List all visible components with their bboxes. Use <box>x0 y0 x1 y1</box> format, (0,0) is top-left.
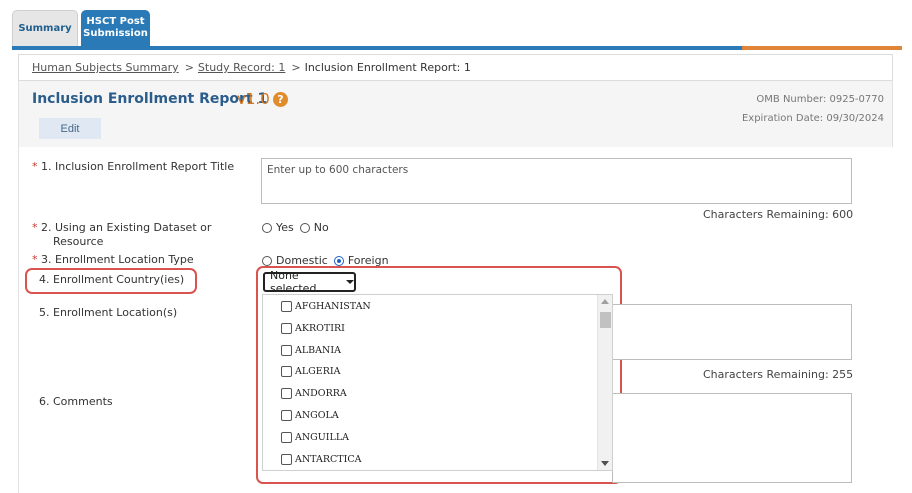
caret-down-icon <box>346 280 354 284</box>
breadcrumb-separator: > <box>291 61 301 74</box>
country-option[interactable]: ANGOLA <box>281 408 339 422</box>
breadcrumb-study-record[interactable]: Study Record: 1 <box>198 61 285 74</box>
country-option[interactable]: ANGUILLA <box>281 430 349 444</box>
q3-label: 3. Enrollment Location Type <box>41 253 194 266</box>
country-option-label: ALGERIA <box>295 365 341 377</box>
tab-hsct-label-line2: Submission <box>83 28 148 39</box>
country-checkbox[interactable] <box>281 365 292 377</box>
required-marker: * <box>32 221 38 234</box>
q1-chars-remaining: Characters Remaining: 600 <box>703 208 854 221</box>
version-label: v1.0 <box>237 90 270 108</box>
scroll-down-arrow-icon[interactable] <box>601 461 609 466</box>
country-option-label: AKROTIRI <box>295 322 345 334</box>
tab-summary[interactable]: Summary <box>12 10 78 46</box>
q4-label: 4. Enrollment Country(ies) <box>39 273 185 286</box>
radio-domestic[interactable] <box>262 255 272 266</box>
radio-yes-label: Yes <box>276 221 294 234</box>
dataset-radio-group: Yes No <box>262 221 335 234</box>
q2-label-line1: 2. Using an Existing Dataset or <box>41 221 212 234</box>
expiration-date: Expiration Date: 09/30/2024 <box>741 113 884 124</box>
radio-no[interactable] <box>299 222 310 233</box>
report-header: Inclusion Enrollment Report 1 v1.0 ? OMB… <box>18 81 893 147</box>
country-option-label: AFGHANISTAN <box>295 300 371 312</box>
breadcrumb-separator: > <box>184 61 194 74</box>
country-dropdown-list[interactable]: AFGHANISTAN AKROTIRI ALBANIA ALGERIA AND… <box>262 294 613 471</box>
radio-foreign[interactable] <box>333 255 344 266</box>
country-option[interactable]: ALBANIA <box>281 343 341 357</box>
country-checkbox[interactable] <box>281 431 292 443</box>
radio-no-label: No <box>313 221 329 234</box>
q2-label-line2: Resource <box>53 235 104 248</box>
report-title-placeholder: Enter up to 600 characters <box>267 164 409 176</box>
breadcrumb-human-subjects-summary[interactable]: Human Subjects Summary <box>32 61 179 74</box>
omb-info: OMB Number: 0925-0770 Expiration Date: 0… <box>742 90 884 128</box>
scroll-up-arrow-icon[interactable] <box>601 299 609 304</box>
q1-label-row: * 1. Inclusion Enrollment Report Title <box>32 160 234 174</box>
comments-input[interactable] <box>612 393 852 483</box>
q3-label-row: * 3. Enrollment Location Type <box>32 253 194 267</box>
q2-label-row: * 2. Using an Existing Dataset or Resour… <box>32 221 211 249</box>
page-title: Inclusion Enrollment Report 1 <box>32 91 268 107</box>
report-title-input[interactable]: Enter up to 600 characters <box>261 158 852 204</box>
dropdown-scrollbar[interactable] <box>597 295 612 470</box>
country-option[interactable]: ANTARCTICA <box>281 452 362 466</box>
q1-label: 1. Inclusion Enrollment Report Title <box>41 160 235 173</box>
country-option-label: ANGOLA <box>295 409 339 421</box>
help-icon[interactable]: ? <box>273 92 288 107</box>
scroll-thumb[interactable] <box>600 312 611 328</box>
country-option[interactable]: ANDORRA <box>281 386 347 400</box>
country-checkbox[interactable] <box>281 300 292 312</box>
required-marker: * <box>32 253 38 266</box>
country-option-label: ANTARCTICA <box>295 453 362 465</box>
tab-underline-bar <box>12 46 902 50</box>
q5-label: 5. Enrollment Location(s) <box>39 306 178 319</box>
q5-chars-remaining: Characters Remaining: 255 <box>703 368 854 381</box>
country-option[interactable]: AKROTIRI <box>281 321 345 335</box>
edit-button[interactable]: Edit <box>39 118 101 139</box>
country-option-label: ALBANIA <box>295 344 341 356</box>
country-dropdown-button[interactable]: None selected <box>263 269 356 295</box>
country-checkbox[interactable] <box>281 409 292 421</box>
omb-number: OMB Number: 0925-0770 <box>756 94 884 105</box>
breadcrumb: Human Subjects Summary > Study Record: 1… <box>18 54 893 81</box>
enrollment-location-input[interactable] <box>612 304 852 360</box>
country-option[interactable]: AFGHANISTAN <box>281 299 371 313</box>
tab-strip: Summary HSCT Post Submission <box>0 0 912 50</box>
country-checkbox[interactable] <box>281 453 292 465</box>
tab-hsct-label-line1: HSCT Post <box>86 16 145 27</box>
country-checkbox[interactable] <box>281 322 292 334</box>
country-option-label: ANGUILLA <box>295 431 349 443</box>
q6-label: 6. Comments <box>39 395 113 408</box>
breadcrumb-current: Inclusion Enrollment Report: 1 <box>304 61 471 74</box>
country-checkbox[interactable] <box>281 344 292 356</box>
country-option[interactable]: ALGERIA <box>281 364 340 378</box>
tab-hsct-post-submission[interactable]: HSCT Post Submission <box>81 10 150 46</box>
radio-yes[interactable] <box>262 222 272 233</box>
required-marker: * <box>32 160 38 173</box>
country-option-label: ANDORRA <box>295 387 347 399</box>
country-dropdown-value: None selected <box>270 269 317 295</box>
country-checkbox[interactable] <box>281 387 292 399</box>
tab-summary-label: Summary <box>18 22 72 34</box>
